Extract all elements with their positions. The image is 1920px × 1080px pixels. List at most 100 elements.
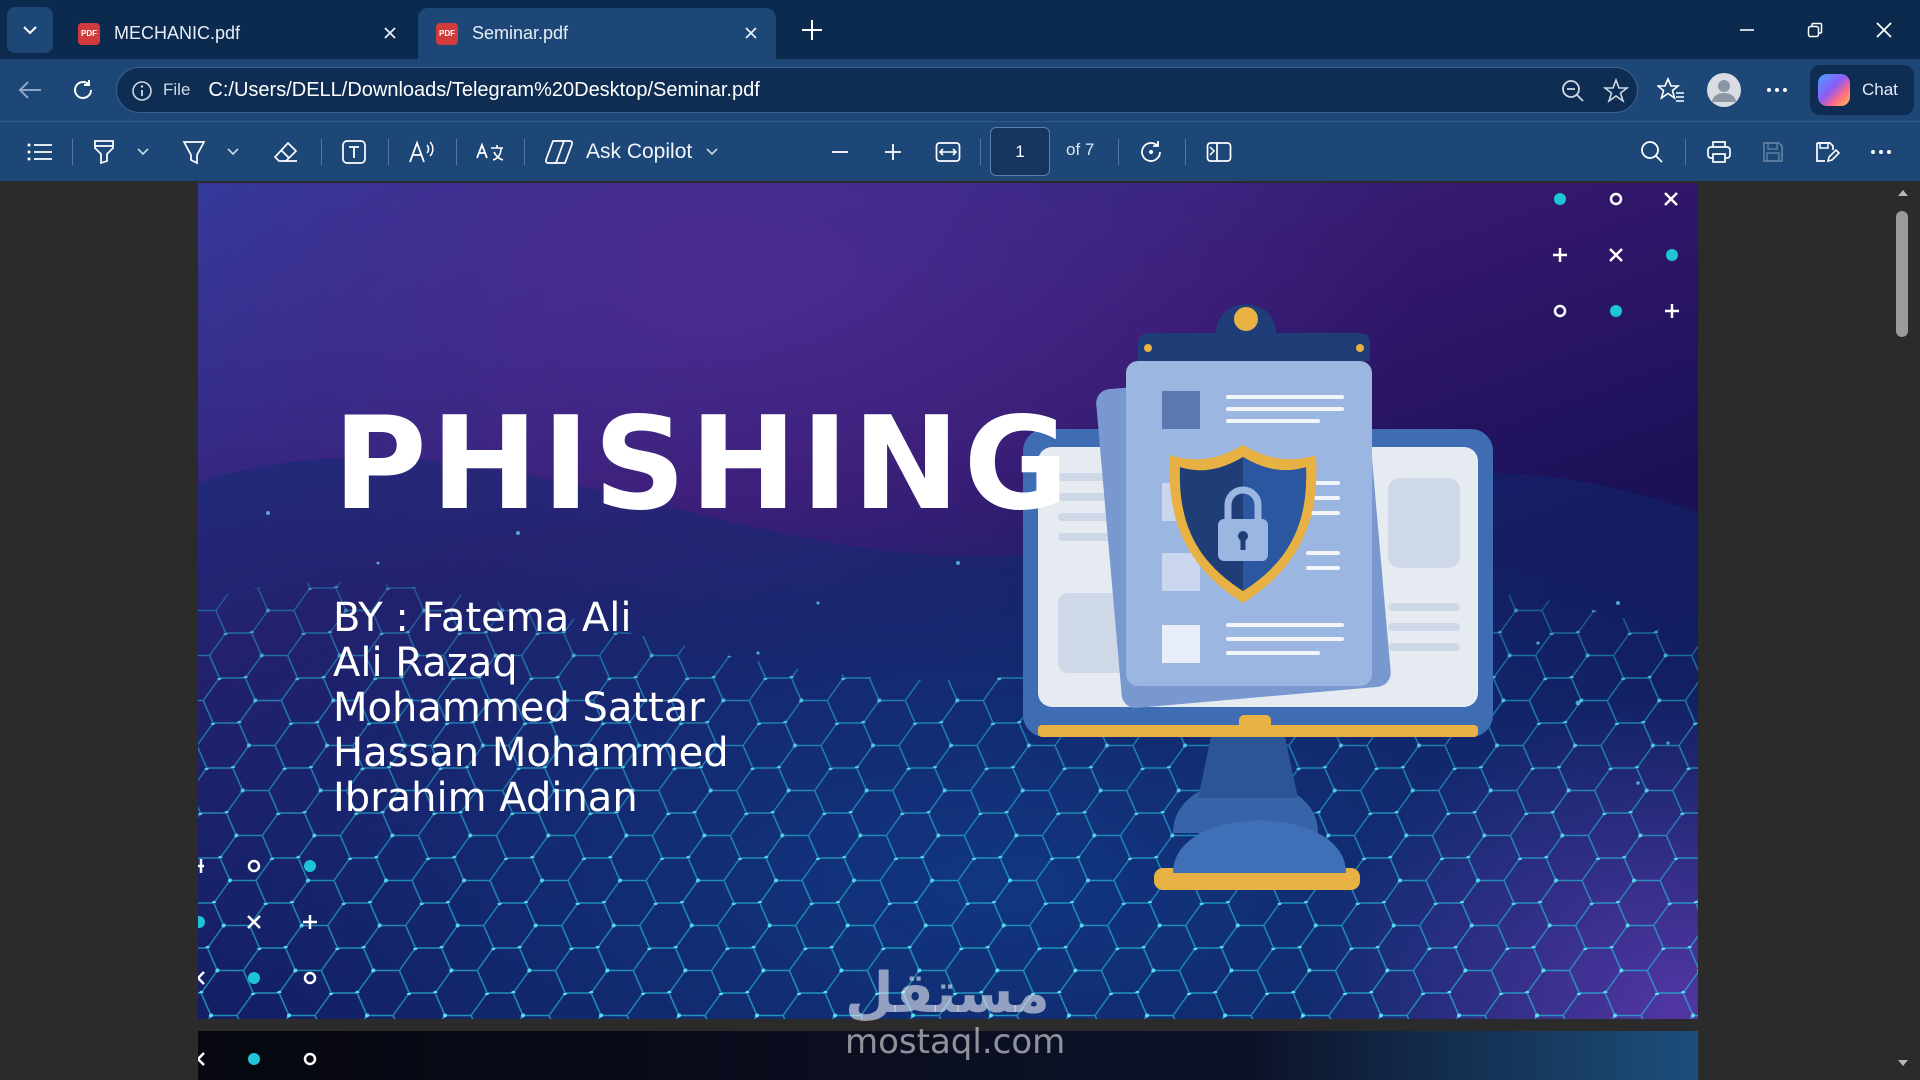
author-line: BY : Fatema Ali <box>333 595 632 641</box>
eraser-icon <box>273 141 298 162</box>
more-horizontal-icon <box>1767 88 1787 92</box>
author-line: Ali Razaq <box>333 640 518 686</box>
toolbar-divider <box>980 139 981 165</box>
pdf-toolbar: Ask Copilot 1 of 7 <box>0 121 1920 181</box>
pdf-page-1: PHISHING BY : Fatema Ali Ali Razaq Moham… <box>198 183 1698 1019</box>
rotate-icon <box>1141 141 1161 162</box>
ask-copilot-label: Ask Copilot <box>586 140 693 163</box>
fit-to-width-button[interactable] <box>928 132 968 172</box>
close-tab-button[interactable] <box>379 22 401 44</box>
restore-icon <box>1807 22 1823 38</box>
navigation-bar: File C:/Users/DELL/Downloads/Telegram%20… <box>0 59 1920 121</box>
url-text[interactable]: C:/Users/DELL/Downloads/Telegram%20Deskt… <box>208 79 759 102</box>
chevron-down-icon <box>23 26 37 35</box>
plus-icon <box>885 144 901 160</box>
plus-icon <box>802 20 822 40</box>
chevron-down-icon <box>706 148 718 156</box>
page-view-button[interactable] <box>1199 132 1239 172</box>
restore-button[interactable] <box>1795 10 1835 50</box>
copilot-chat-button[interactable]: Chat <box>1810 65 1914 115</box>
info-icon[interactable] <box>131 80 153 102</box>
highlighter-icon <box>94 140 114 165</box>
toolbar-divider <box>1685 139 1686 165</box>
refresh-button[interactable] <box>63 70 103 110</box>
profile-button[interactable] <box>1704 70 1744 110</box>
watermark: مستقل mostaql.com <box>845 961 1066 1062</box>
author-line: Hassan Mohammed <box>333 730 729 776</box>
zoom-out-button[interactable] <box>820 132 860 172</box>
read-aloud-button[interactable] <box>404 132 440 172</box>
minimize-button[interactable] <box>1727 10 1767 50</box>
scrollbar-thumb[interactable] <box>1896 211 1908 337</box>
text-box-icon <box>342 140 366 164</box>
favorite-star-icon[interactable] <box>1603 78 1629 104</box>
translate-button[interactable] <box>470 132 510 172</box>
copilot-outline-icon <box>545 140 573 164</box>
back-button[interactable] <box>10 70 50 110</box>
chat-label: Chat <box>1862 80 1898 99</box>
highlight-options-button[interactable] <box>130 132 156 172</box>
author-list: BY : Fatema Ali Ali Razaq Mohammed Satta… <box>333 596 729 821</box>
close-icon <box>1876 22 1892 38</box>
erase-button[interactable] <box>268 132 304 172</box>
close-tab-button[interactable] <box>740 22 762 44</box>
read-aloud-icon <box>409 140 434 163</box>
author-line: Ibrahim Adinan <box>333 775 638 821</box>
pdf-icon: PDF <box>436 22 458 45</box>
zoom-in-button[interactable] <box>873 132 913 172</box>
add-text-button[interactable] <box>336 132 372 172</box>
pdf-viewer[interactable]: PHISHING BY : Fatema Ali Ali Razaq Moham… <box>0 181 1920 1080</box>
search-button[interactable] <box>1632 132 1672 172</box>
watermark-arabic: مستقل <box>845 961 1050 1026</box>
close-icon <box>384 27 396 39</box>
more-options-button[interactable] <box>1861 132 1901 172</box>
refresh-icon <box>74 80 92 99</box>
tab-seminar[interactable]: PDF Seminar.pdf <box>418 8 776 59</box>
pdf-icon: PDF <box>78 22 100 45</box>
toolbar-divider <box>72 139 73 165</box>
zoom-out-icon[interactable] <box>1561 79 1585 103</box>
minimize-icon <box>1740 29 1754 31</box>
toolbar-divider <box>1185 139 1186 165</box>
close-window-button[interactable] <box>1864 10 1904 50</box>
toolbar-divider <box>388 139 389 165</box>
draw-options-button[interactable] <box>220 132 246 172</box>
pen-icon <box>182 141 206 165</box>
settings-more-button[interactable] <box>1757 70 1797 110</box>
address-bar[interactable]: File C:/Users/DELL/Downloads/Telegram%20… <box>116 67 1638 113</box>
fit-width-icon <box>935 142 961 162</box>
new-tab-button[interactable] <box>794 12 830 48</box>
draw-button[interactable] <box>176 132 212 172</box>
toolbar-divider <box>456 139 457 165</box>
chevron-down-icon <box>227 148 239 156</box>
back-arrow-icon <box>18 81 41 99</box>
more-horizontal-icon <box>1871 150 1891 154</box>
ask-copilot-button[interactable]: Ask Copilot <box>544 132 718 172</box>
print-button[interactable] <box>1699 132 1739 172</box>
scroll-up-arrow-icon[interactable] <box>1893 187 1913 199</box>
toolbar-divider <box>321 139 322 165</box>
watermark-latin: mostaql.com <box>845 1022 1066 1062</box>
avatar <box>1707 73 1741 107</box>
page-number-input[interactable]: 1 <box>990 127 1050 176</box>
minus-icon <box>832 151 848 153</box>
contents-button[interactable] <box>20 132 60 172</box>
highlight-button[interactable] <box>86 132 122 172</box>
save-button[interactable] <box>1753 132 1793 172</box>
tab-actions-menu-button[interactable] <box>7 7 53 53</box>
favorites-icon <box>1657 77 1684 102</box>
scroll-down-arrow-icon[interactable] <box>1893 1057 1913 1069</box>
close-icon <box>745 27 757 39</box>
tab-mechanic[interactable]: PDF MECHANIC.pdf <box>60 8 415 59</box>
toolbar-divider <box>524 139 525 165</box>
slide-title: PHISHING <box>333 390 1073 539</box>
save-as-button[interactable] <box>1807 132 1847 172</box>
tab-strip: PDF MECHANIC.pdf PDF Seminar.pdf <box>0 0 1920 59</box>
two-page-icon <box>1206 142 1232 162</box>
save-as-icon <box>1816 142 1840 163</box>
rotate-button[interactable] <box>1131 132 1171 172</box>
search-icon <box>1641 141 1663 163</box>
tab-label: Seminar.pdf <box>472 23 569 43</box>
author-line: Mohammed Sattar <box>333 685 705 731</box>
favorites-button[interactable] <box>1651 70 1691 110</box>
